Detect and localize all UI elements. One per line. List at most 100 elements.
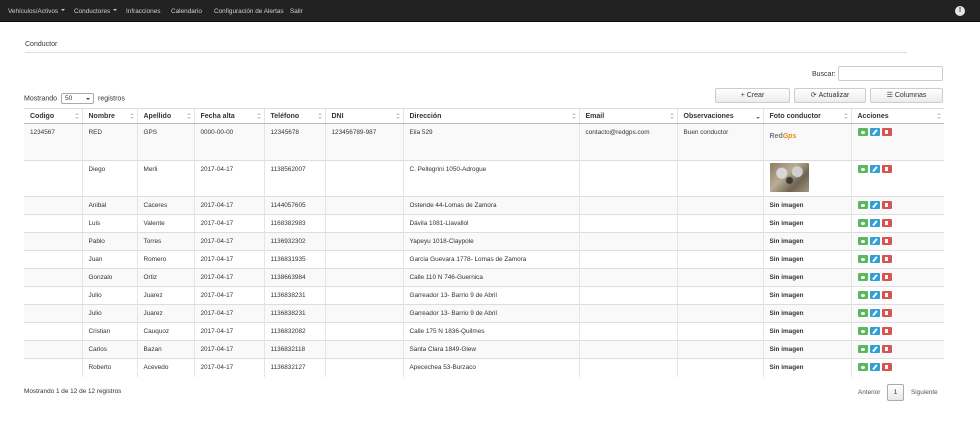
cell-foto: Sin imagen	[762, 322, 851, 341]
cell-telefono: 1138562007	[263, 160, 325, 197]
view-icon[interactable]	[857, 219, 868, 227]
col-direccion[interactable]: Dirección	[402, 108, 579, 124]
info-icon[interactable]: !	[955, 6, 965, 16]
sort-icon	[843, 113, 848, 119]
view-icon[interactable]	[857, 345, 868, 353]
col-foto[interactable]: Foto conductor	[762, 108, 851, 124]
view-icon[interactable]	[857, 363, 868, 371]
no-image-label: Sin imagen	[769, 238, 804, 245]
delete-icon[interactable]	[881, 219, 892, 227]
delete-icon[interactable]	[881, 345, 892, 353]
cell-codigo	[24, 322, 82, 341]
sort-icon	[395, 113, 400, 119]
no-image-label: Sin imagen	[769, 202, 804, 209]
cell-nombre: RED	[81, 123, 137, 161]
view-icon[interactable]	[857, 128, 868, 136]
nav-config-alertas[interactable]: Configuración de Alertas	[214, 0, 284, 22]
delete-icon[interactable]	[881, 237, 892, 245]
view-icon[interactable]	[857, 327, 868, 335]
cell-apellido: Cauquoz	[136, 322, 194, 341]
view-icon[interactable]	[857, 309, 868, 317]
col-telefono[interactable]: Teléfono	[263, 108, 325, 124]
page-length-select[interactable]: 50	[61, 93, 95, 104]
cell-codigo	[24, 286, 82, 305]
edit-icon[interactable]	[869, 345, 880, 353]
edit-icon[interactable]	[869, 291, 880, 299]
refresh-label: Actualizar	[818, 92, 850, 99]
delete-icon[interactable]	[881, 327, 892, 335]
cell-nombre: Luis	[81, 214, 137, 233]
delete-icon[interactable]	[881, 165, 892, 173]
table-row: Pablo Torres 2017-04-17 1136932302 Yapeyu 10…	[24, 232, 944, 251]
table-body: 1234567 RED GPS 0000-00-00 12345678 123456789…	[24, 123, 945, 377]
delete-icon[interactable]	[881, 363, 892, 371]
nav-salir[interactable]: Salir	[290, 0, 303, 22]
edit-icon[interactable]	[869, 128, 880, 136]
delete-icon[interactable]	[881, 291, 892, 299]
cell-direccion: Garreador 13- Barrio 9 de Abril	[402, 286, 579, 305]
search-input[interactable]	[838, 66, 943, 81]
view-icon[interactable]	[857, 255, 868, 263]
cell-nombre: Julio	[81, 304, 137, 323]
cell-nombre: Carlos	[81, 340, 137, 359]
edit-icon[interactable]	[869, 273, 880, 281]
cell-foto: Sin imagen	[762, 268, 851, 287]
edit-icon[interactable]	[869, 237, 880, 245]
col-email[interactable]: Email	[578, 108, 677, 124]
view-icon[interactable]	[857, 273, 868, 281]
nav-infracciones[interactable]: Infracciones	[126, 0, 160, 22]
col-dni[interactable]: DNI	[324, 108, 403, 124]
col-observaciones[interactable]: Observaciones	[676, 108, 763, 124]
cell-direccion: Ostende 44-Lomas de Zamora	[402, 196, 579, 215]
view-icon[interactable]	[857, 201, 868, 209]
cell-email	[578, 286, 677, 305]
col-apellido[interactable]: Apellido	[136, 108, 194, 124]
cell-foto: Sin imagen	[762, 286, 851, 305]
edit-icon[interactable]	[869, 165, 880, 173]
edit-icon[interactable]	[869, 363, 880, 371]
cell-dni	[324, 214, 403, 233]
columns-button[interactable]: ☰ Columnas	[870, 88, 943, 103]
edit-icon[interactable]	[869, 219, 880, 227]
pagination-next[interactable]: Siguiente	[911, 389, 938, 396]
nav-calendario[interactable]: Calendario	[171, 0, 202, 22]
cell-foto: RedGps	[762, 123, 851, 161]
row-actions	[857, 327, 945, 335]
cell-email	[578, 160, 677, 197]
col-acciones: Acciones	[850, 108, 944, 124]
cell-email	[578, 214, 677, 233]
no-image-label: Sin imagen	[769, 256, 804, 263]
delete-icon[interactable]	[881, 273, 892, 281]
delete-icon[interactable]	[881, 128, 892, 136]
edit-icon[interactable]	[869, 201, 880, 209]
edit-icon[interactable]	[869, 327, 880, 335]
cell-acciones	[850, 232, 944, 251]
col-fecha-alta[interactable]: Fecha alta	[193, 108, 264, 124]
cell-apellido: Caceres	[136, 196, 194, 215]
divider	[25, 52, 907, 53]
view-icon[interactable]	[857, 291, 868, 299]
sort-icon	[571, 113, 576, 119]
pagination-prev[interactable]: Anterior	[858, 389, 880, 396]
delete-icon[interactable]	[881, 201, 892, 209]
row-actions	[857, 128, 945, 136]
nav-conductores[interactable]: Conductores	[74, 0, 118, 22]
col-codigo[interactable]: Codigo	[24, 108, 82, 124]
edit-icon[interactable]	[869, 309, 880, 317]
delete-icon[interactable]	[881, 255, 892, 263]
pagination-page[interactable]: 1	[887, 384, 904, 401]
refresh-button[interactable]: ⟳ Actualizar	[794, 88, 866, 103]
cell-dni	[324, 160, 403, 197]
col-label: Acciones	[857, 112, 889, 120]
chevron-down-icon	[61, 9, 66, 12]
view-icon[interactable]	[857, 165, 868, 173]
col-nombre[interactable]: Nombre	[81, 108, 137, 124]
edit-icon[interactable]	[869, 255, 880, 263]
view-icon[interactable]	[857, 237, 868, 245]
cell-telefono: 1136832082	[263, 322, 325, 341]
nav-vehiculos[interactable]: Vehículos/Activos	[8, 0, 66, 22]
create-button[interactable]: + Crear	[715, 88, 790, 103]
delete-icon[interactable]	[881, 309, 892, 317]
row-actions	[857, 255, 945, 263]
cell-direccion: C. Pellegrini 1050-Adrogue	[402, 160, 579, 197]
